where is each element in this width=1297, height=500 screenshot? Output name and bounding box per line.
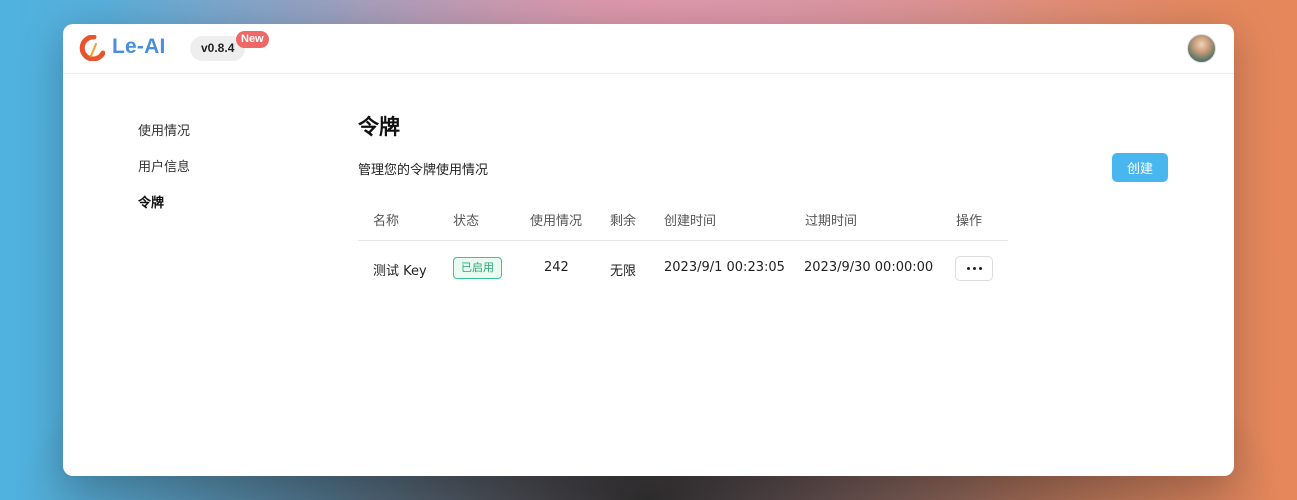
page-description: 管理您的令牌使用情况 [358, 163, 489, 178]
app-name[interactable]: Le-AI [112, 35, 166, 59]
sidebar-item-tokens[interactable]: 令牌 [138, 192, 164, 211]
column-header-created: 创建时间 [664, 214, 717, 229]
more-horizontal-icon [966, 267, 970, 270]
page-title: 令牌 [358, 115, 400, 139]
new-badge: New [236, 31, 269, 48]
le-ai-logo-icon[interactable] [79, 35, 105, 61]
user-avatar[interactable] [1187, 34, 1216, 63]
column-header-actions: 操作 [956, 214, 983, 229]
column-header-expires: 过期时间 [805, 214, 858, 229]
token-created-time: 2023/9/1 00:23:05 [664, 260, 785, 275]
more-actions-button[interactable] [955, 256, 993, 281]
token-name: 测试 Key [373, 264, 427, 279]
column-header-remaining: 剩余 [610, 214, 637, 229]
token-expire-time: 2023/9/30 00:00:00 [804, 260, 934, 275]
sidebar-item-user-info[interactable]: 用户信息 [138, 156, 190, 175]
column-header-name: 名称 [373, 214, 400, 229]
token-remaining: 无限 [610, 264, 637, 279]
status-badge: 已启用 [453, 257, 502, 279]
app-window: Le-AI v0.8.4 New 使用情况 用户信息 令牌 令牌 管理您的令牌使… [63, 24, 1234, 476]
column-header-status: 状态 [453, 214, 480, 229]
create-button[interactable]: 创建 [1112, 153, 1168, 182]
sidebar-item-usage[interactable]: 使用情况 [138, 120, 190, 139]
column-header-usage: 使用情况 [530, 214, 583, 229]
table-header-divider [358, 240, 1008, 241]
top-bar: Le-AI v0.8.4 New [63, 24, 1234, 74]
token-usage: 242 [544, 260, 569, 275]
